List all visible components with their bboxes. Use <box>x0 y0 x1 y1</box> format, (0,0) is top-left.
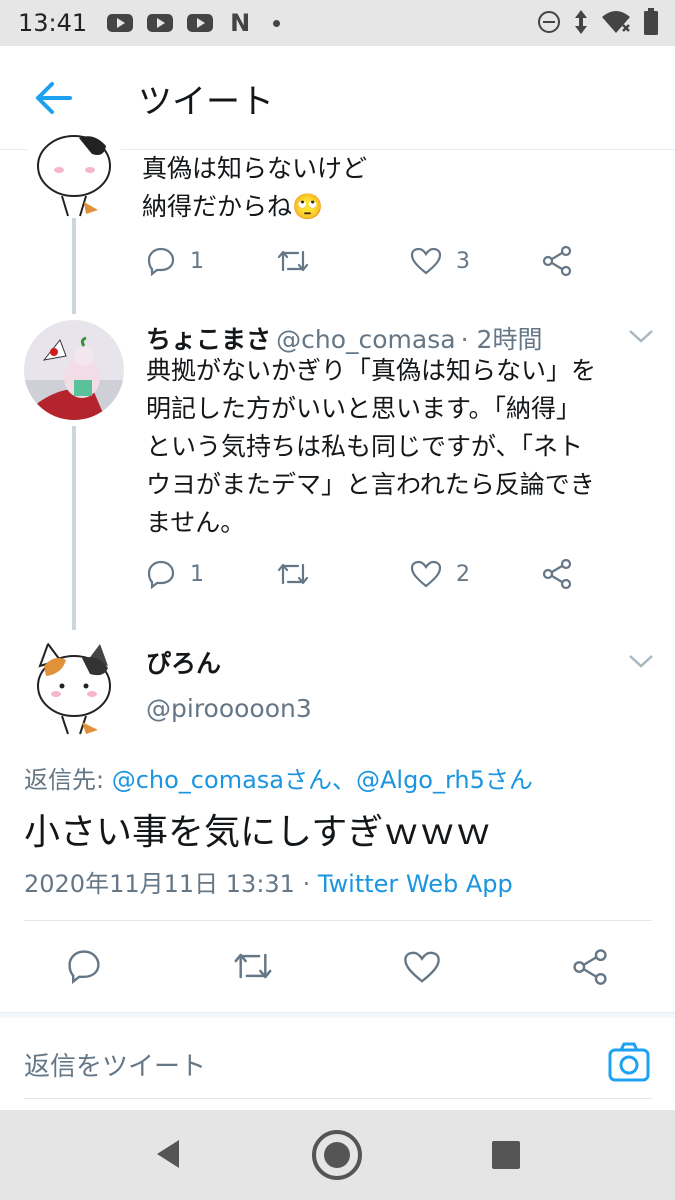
heart-icon <box>410 247 442 275</box>
tweet-text: 真偽は知らないけど 納得だからね🙄 <box>142 150 367 226</box>
divider <box>24 1098 652 1099</box>
thread-connector <box>72 426 76 630</box>
reply-to-prefix: 返信先: <box>24 766 112 794</box>
reply-count: 1 <box>190 561 204 587</box>
user-handle[interactable]: @cho_comasa <box>276 325 455 354</box>
tweet-header: ちょこまさ @cho_comasa · 2時間 <box>146 320 542 356</box>
reply-compose-input[interactable]: 返信をツイート <box>24 1046 206 1083</box>
tweet-text-line: ません。 <box>146 508 246 537</box>
retweet-action[interactable] <box>276 561 310 587</box>
reply-icon <box>147 560 175 589</box>
youtube-icon <box>147 13 174 33</box>
divider <box>24 920 652 921</box>
battery-icon <box>644 8 658 35</box>
camera-icon[interactable] <box>608 1042 650 1082</box>
reply-action[interactable]: 1 <box>146 559 204 589</box>
data-arrows-icon <box>575 10 587 34</box>
like-action[interactable]: 2 <box>410 560 470 588</box>
chevron-down-icon[interactable] <box>626 326 656 346</box>
like-count: 2 <box>456 561 470 587</box>
tweet-text-line: ウヨがまたデマ」と言われたら反論でき <box>146 470 595 499</box>
tweet-action-bar <box>0 944 675 992</box>
nav-recents-icon[interactable] <box>492 1141 520 1169</box>
avatar[interactable] <box>24 320 124 420</box>
share-icon[interactable] <box>542 558 572 590</box>
notification-dot-icon <box>273 19 281 27</box>
reply-action[interactable]: 1 <box>146 246 204 276</box>
tweet-meta: 2020年11月11日 13:31 · Twitter Web App <box>24 864 513 899</box>
heart-icon[interactable] <box>403 950 441 984</box>
display-name[interactable]: ちょこまさ <box>146 325 271 354</box>
reply-icon <box>147 247 175 276</box>
do-not-disturb-icon <box>538 11 560 33</box>
tweet-text: 小さい事を気にしすぎｗｗｗ <box>24 812 492 853</box>
page-title: ツイート <box>138 82 274 122</box>
youtube-icon <box>187 13 214 33</box>
retweet-action[interactable] <box>276 248 310 274</box>
tweet-time: · 2時間 <box>460 325 543 354</box>
heart-icon <box>410 560 442 588</box>
reply-to-users-link[interactable]: @cho_comasaさん、@Algo_rh5さん <box>112 766 533 794</box>
nav-home-icon[interactable] <box>311 1129 363 1181</box>
youtube-icon <box>107 13 134 33</box>
retweet-icon <box>277 250 309 272</box>
tweet-source-link[interactable]: Twitter Web App <box>318 870 513 898</box>
retweet-icon <box>277 563 309 585</box>
wifi-icon <box>602 11 630 33</box>
avatar[interactable] <box>24 636 124 736</box>
tweet-text: 典拠がないかぎり「真偽は知らない」を 明記した方がいいと思います。「納得」 とい… <box>146 352 596 542</box>
thread-connector <box>72 218 76 314</box>
tweet-text-line: 明記した方がいいと思います。「納得」 <box>146 394 582 423</box>
tweet-text-line: という気持ちは私も同じですが、「ネト <box>146 432 584 461</box>
tweet-text-line: 納得だからね🙄 <box>142 192 324 221</box>
tweet-text-line: 真偽は知らないけど <box>142 154 368 183</box>
display-name[interactable]: ぴろん <box>146 644 221 680</box>
nav-back-icon[interactable] <box>155 1138 181 1170</box>
reply-to-line: 返信先: @cho_comasaさん、@Algo_rh5さん <box>24 760 533 795</box>
back-arrow-icon[interactable] <box>34 80 74 116</box>
like-count: 3 <box>456 248 470 274</box>
avatar[interactable] <box>24 118 124 218</box>
netflix-icon: N <box>230 9 251 37</box>
tweet-text-line: 典拠がないかぎり「真偽は知らない」を <box>146 356 597 385</box>
chevron-down-icon[interactable] <box>626 651 656 671</box>
section-separator <box>0 1012 675 1018</box>
retweet-icon[interactable] <box>232 950 274 982</box>
tweet-datetime: 2020年11月11日 13:31 · <box>24 870 318 898</box>
status-time: 13:41 <box>18 9 88 37</box>
reply-icon[interactable] <box>66 948 102 984</box>
like-action[interactable]: 3 <box>410 247 470 275</box>
user-handle[interactable]: @pirooooon3 <box>146 694 312 723</box>
status-bar: 13:41 N <box>0 0 675 46</box>
share-icon[interactable] <box>542 245 572 277</box>
share-icon[interactable] <box>572 948 608 986</box>
reply-count: 1 <box>190 248 204 274</box>
